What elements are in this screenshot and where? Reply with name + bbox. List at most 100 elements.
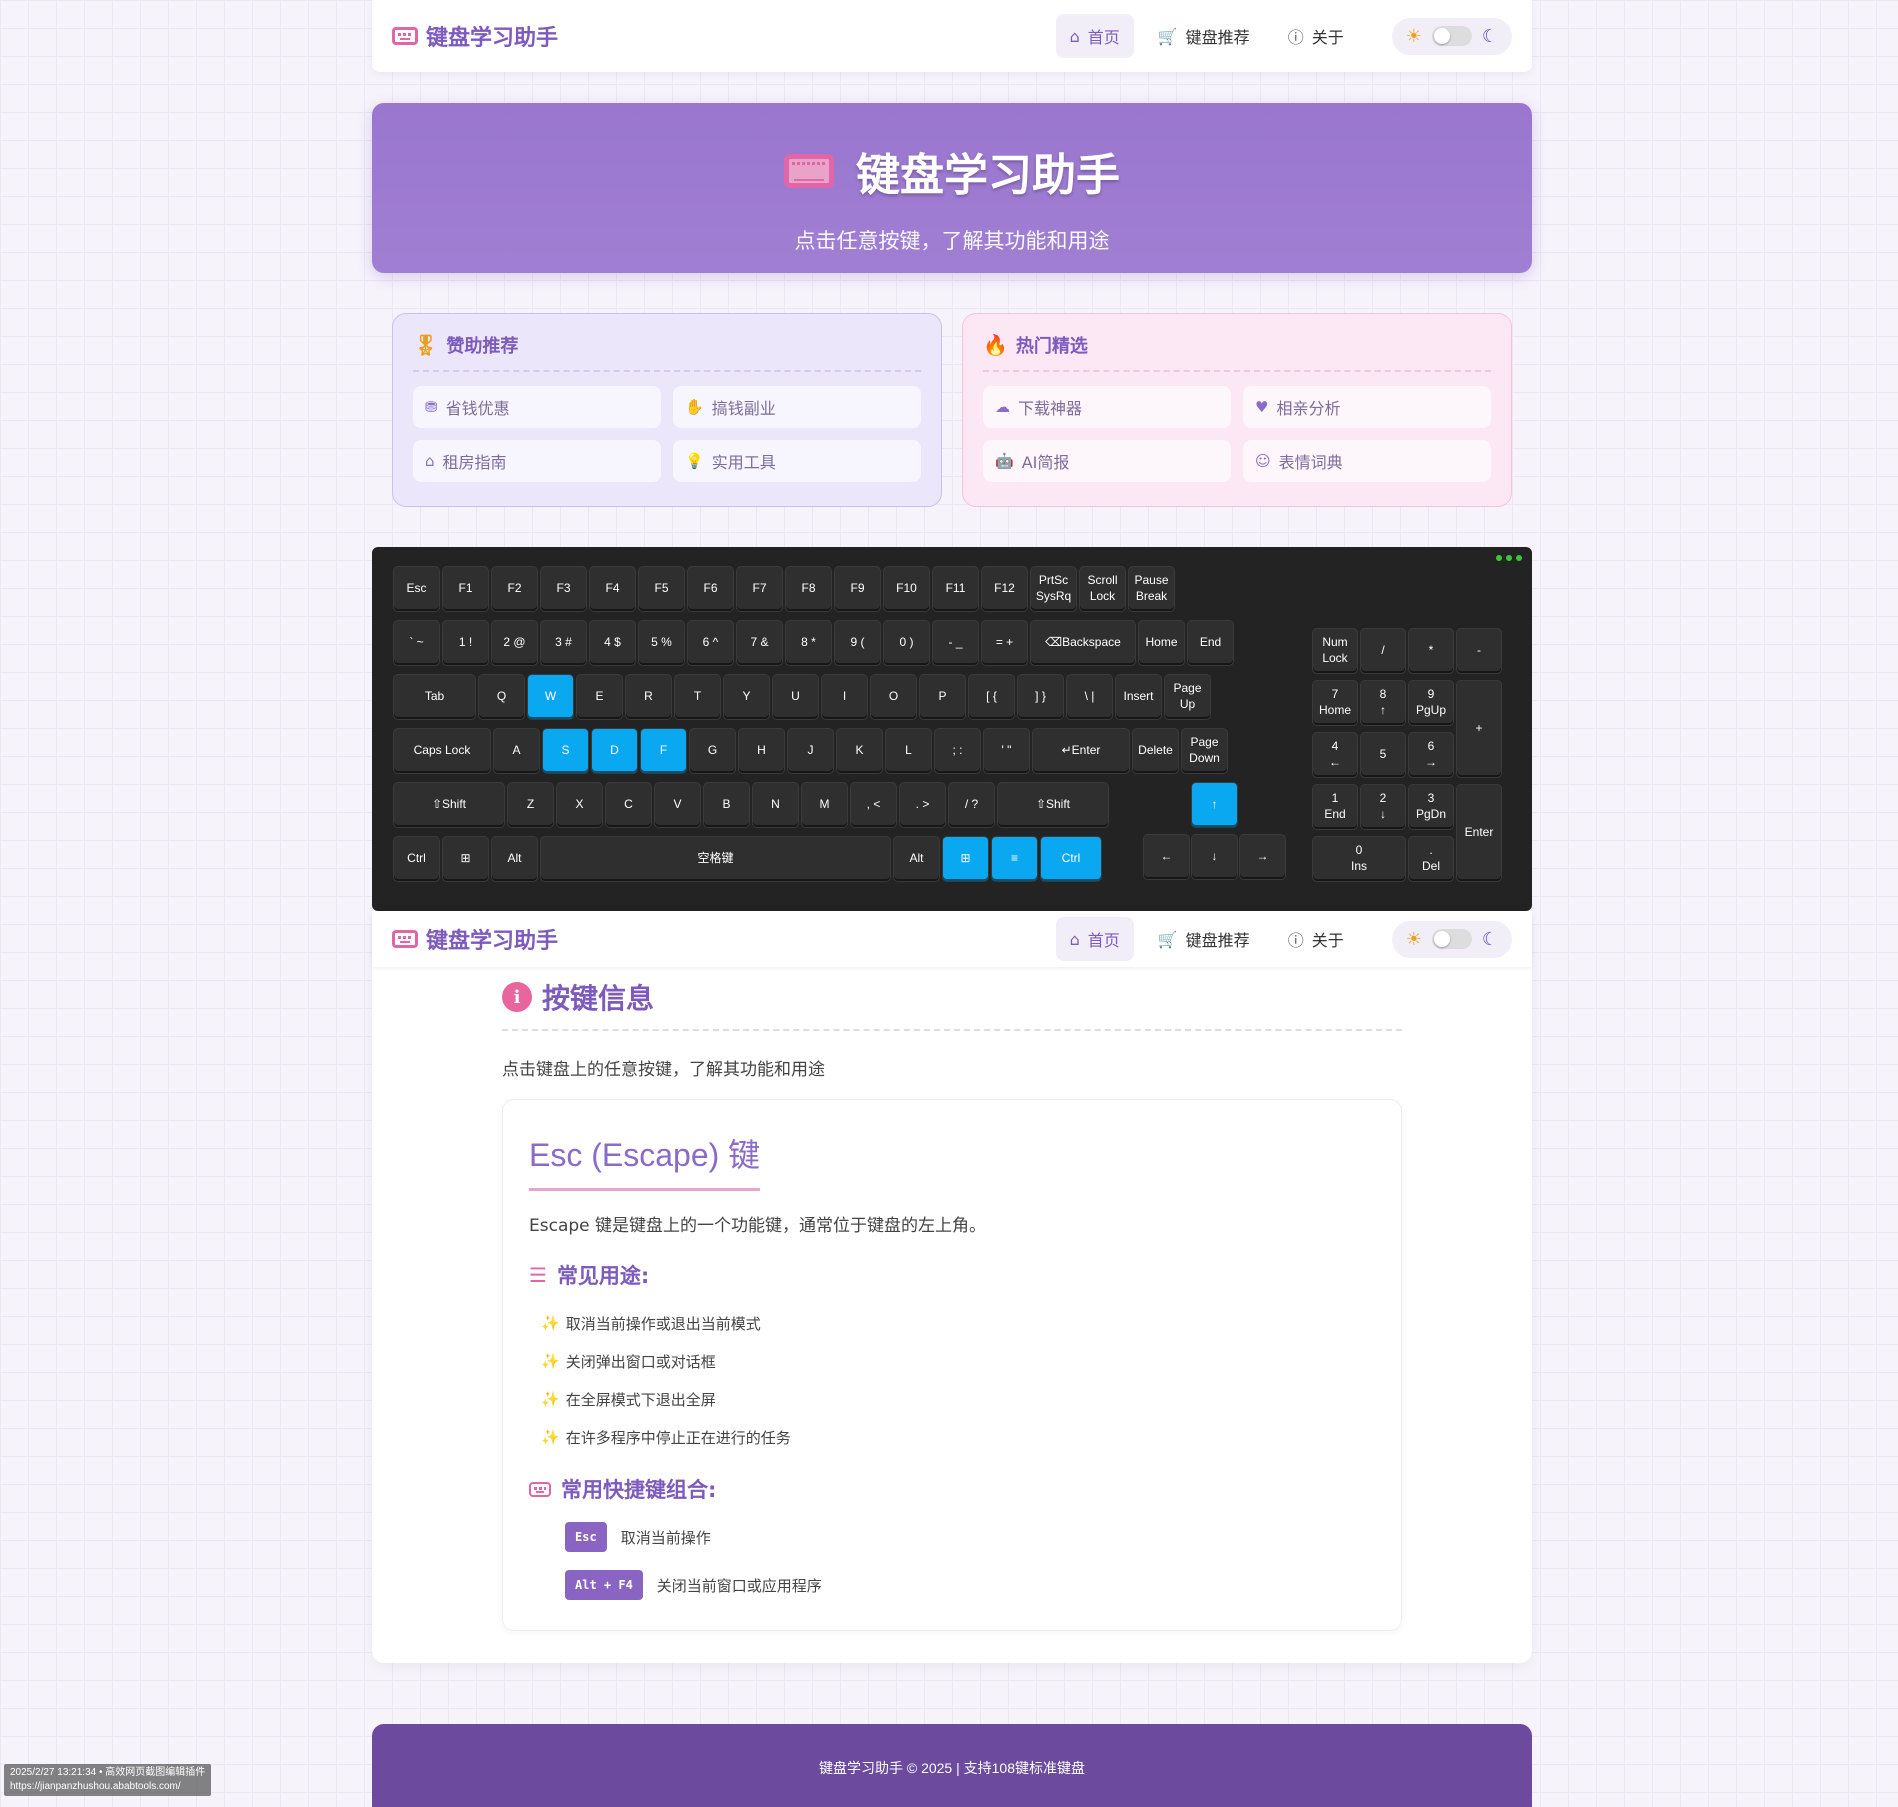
key[interactable]: M [802, 783, 847, 827]
key[interactable]: ` ~ [394, 621, 439, 665]
key[interactable]: 4 $ [590, 621, 635, 665]
promo-link-tools[interactable]: 💡 实用工具 [673, 440, 921, 482]
key[interactable]: 1 End [1313, 785, 1357, 829]
key[interactable]: ⊞ [943, 837, 988, 881]
key[interactable]: \ | [1067, 675, 1112, 719]
theme-switch[interactable]: ☀ ☾ [1391, 920, 1512, 958]
key[interactable]: Home [1139, 621, 1184, 665]
key[interactable]: 1 ! [443, 621, 488, 665]
key[interactable]: 9 PgUp [1409, 681, 1453, 725]
key[interactable]: Q [479, 675, 524, 719]
key[interactable]: PrtSc SysRq [1031, 567, 1076, 611]
key[interactable]: F5 [639, 567, 684, 611]
key[interactable]: K [837, 729, 882, 773]
promo-link-dating[interactable]: ♥ 相亲分析 [1243, 386, 1491, 428]
key[interactable]: 3 PgDn [1409, 785, 1453, 829]
key[interactable]: 8 ↑ [1361, 681, 1405, 725]
key[interactable]: ↵Enter [1033, 729, 1129, 773]
key[interactable]: ⇧Shift [998, 783, 1108, 827]
key[interactable]: Delete [1133, 729, 1178, 773]
key[interactable]: Tab [394, 675, 475, 719]
key[interactable]: V [655, 783, 700, 827]
key[interactable]: F11 [933, 567, 978, 611]
key[interactable]: S [543, 729, 588, 773]
key[interactable]: ⌫Backspace [1031, 621, 1135, 665]
key[interactable]: H [739, 729, 784, 773]
key[interactable]: / [1361, 629, 1405, 673]
brand[interactable]: 键盘学习助手 [392, 923, 558, 955]
key[interactable]: X [557, 783, 602, 827]
key[interactable]: 8 * [786, 621, 831, 665]
key[interactable]: 2 ↓ [1361, 785, 1405, 829]
promo-link-side-job[interactable]: ✋ 搞钱副业 [673, 386, 921, 428]
key[interactable]: F1 [443, 567, 488, 611]
nav-about[interactable]: ⓘ 关于 [1274, 14, 1358, 58]
key[interactable]: D [592, 729, 637, 773]
key[interactable]: R [626, 675, 671, 719]
key[interactable]: - [1457, 629, 1501, 673]
nav-about[interactable]: ⓘ 关于 [1274, 917, 1358, 961]
key[interactable]: Esc [394, 567, 439, 611]
key[interactable]: ' " [984, 729, 1029, 773]
key[interactable]: = + [982, 621, 1027, 665]
key[interactable]: I [822, 675, 867, 719]
key[interactable]: 4 ← [1313, 733, 1357, 777]
key[interactable]: 7 Home [1313, 681, 1357, 725]
key[interactable]: L [886, 729, 931, 773]
key[interactable]: * [1409, 629, 1453, 673]
nav-home[interactable]: ⌂ 首页 [1055, 14, 1134, 58]
key[interactable]: O [871, 675, 916, 719]
key[interactable]: 3 # [541, 621, 586, 665]
theme-switch[interactable]: ☀ ☾ [1391, 17, 1512, 55]
key[interactable]: → [1240, 835, 1285, 879]
key[interactable]: F9 [835, 567, 880, 611]
key[interactable]: A [494, 729, 539, 773]
key[interactable]: ; : [935, 729, 980, 773]
key[interactable]: , < [851, 783, 896, 827]
key[interactable]: F7 [737, 567, 782, 611]
key[interactable]: 5 % [639, 621, 684, 665]
key[interactable]: F6 [688, 567, 733, 611]
promo-link-ai-brief[interactable]: 🤖 AI简报 [983, 440, 1231, 482]
nav-keyboard-recommend[interactable]: 🛒 键盘推荐 [1144, 14, 1264, 58]
key[interactable]: F [641, 729, 686, 773]
key[interactable]: [ { [969, 675, 1014, 719]
key[interactable]: Enter [1457, 785, 1501, 881]
promo-link-emoji[interactable]: ☺ 表情词典 [1243, 440, 1491, 482]
key[interactable]: Alt [894, 837, 939, 881]
key[interactable]: J [788, 729, 833, 773]
key[interactable]: . Del [1409, 837, 1453, 881]
key[interactable]: Y [724, 675, 769, 719]
key[interactable]: F2 [492, 567, 537, 611]
key[interactable]: C [606, 783, 651, 827]
key[interactable]: Ctrl [394, 837, 439, 881]
nav-keyboard-recommend[interactable]: 🛒 键盘推荐 [1144, 917, 1264, 961]
key[interactable]: B [704, 783, 749, 827]
nav-home[interactable]: ⌂ 首页 [1055, 917, 1134, 961]
key[interactable]: 6 ^ [688, 621, 733, 665]
key[interactable]: ← [1144, 835, 1189, 879]
key[interactable]: 空格键 [541, 837, 890, 881]
key[interactable]: F12 [982, 567, 1027, 611]
key[interactable]: ] } [1018, 675, 1063, 719]
key[interactable]: . > [900, 783, 945, 827]
key[interactable]: T [675, 675, 720, 719]
key[interactable]: Page Up [1165, 675, 1210, 719]
key[interactable]: E [577, 675, 622, 719]
key[interactable]: Caps Lock [394, 729, 490, 773]
key[interactable]: ↑ [1192, 783, 1237, 827]
key[interactable]: Ctrl [1041, 837, 1101, 881]
promo-link-download[interactable]: ☁ 下载神器 [983, 386, 1231, 428]
key[interactable]: Z [508, 783, 553, 827]
key[interactable]: ⊞ [443, 837, 488, 881]
key[interactable]: Scroll Lock [1080, 567, 1125, 611]
key[interactable]: F3 [541, 567, 586, 611]
key[interactable]: Alt [492, 837, 537, 881]
key[interactable]: ↓ [1192, 835, 1237, 879]
theme-toggle[interactable] [1431, 26, 1472, 46]
brand[interactable]: 键盘学习助手 [392, 20, 558, 52]
key[interactable]: - _ [933, 621, 978, 665]
theme-toggle[interactable] [1431, 929, 1472, 949]
key[interactable]: W [528, 675, 573, 719]
promo-link-rent-guide[interactable]: ⌂ 租房指南 [413, 440, 661, 482]
